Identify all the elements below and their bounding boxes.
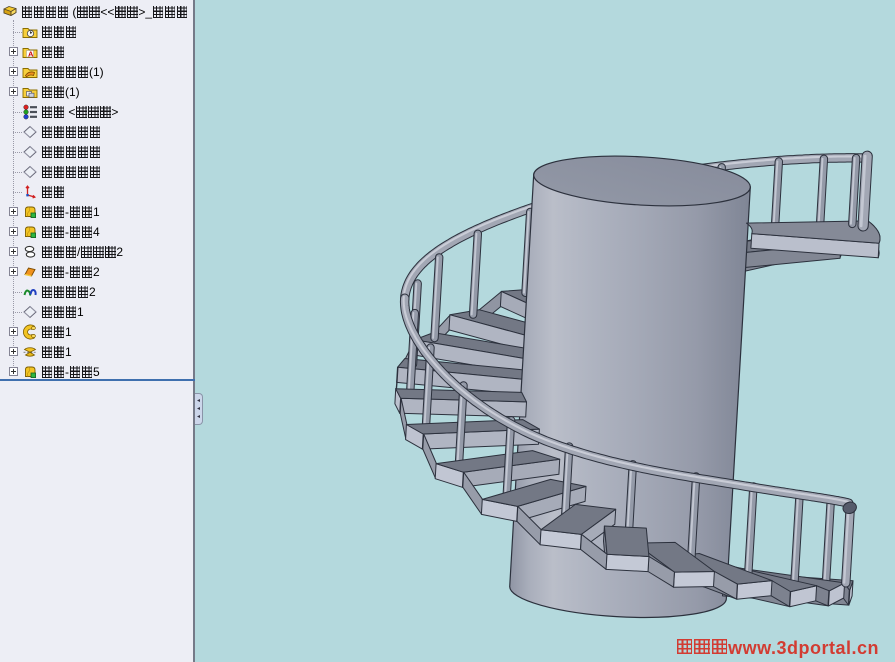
svg-text:A: A <box>28 49 34 58</box>
